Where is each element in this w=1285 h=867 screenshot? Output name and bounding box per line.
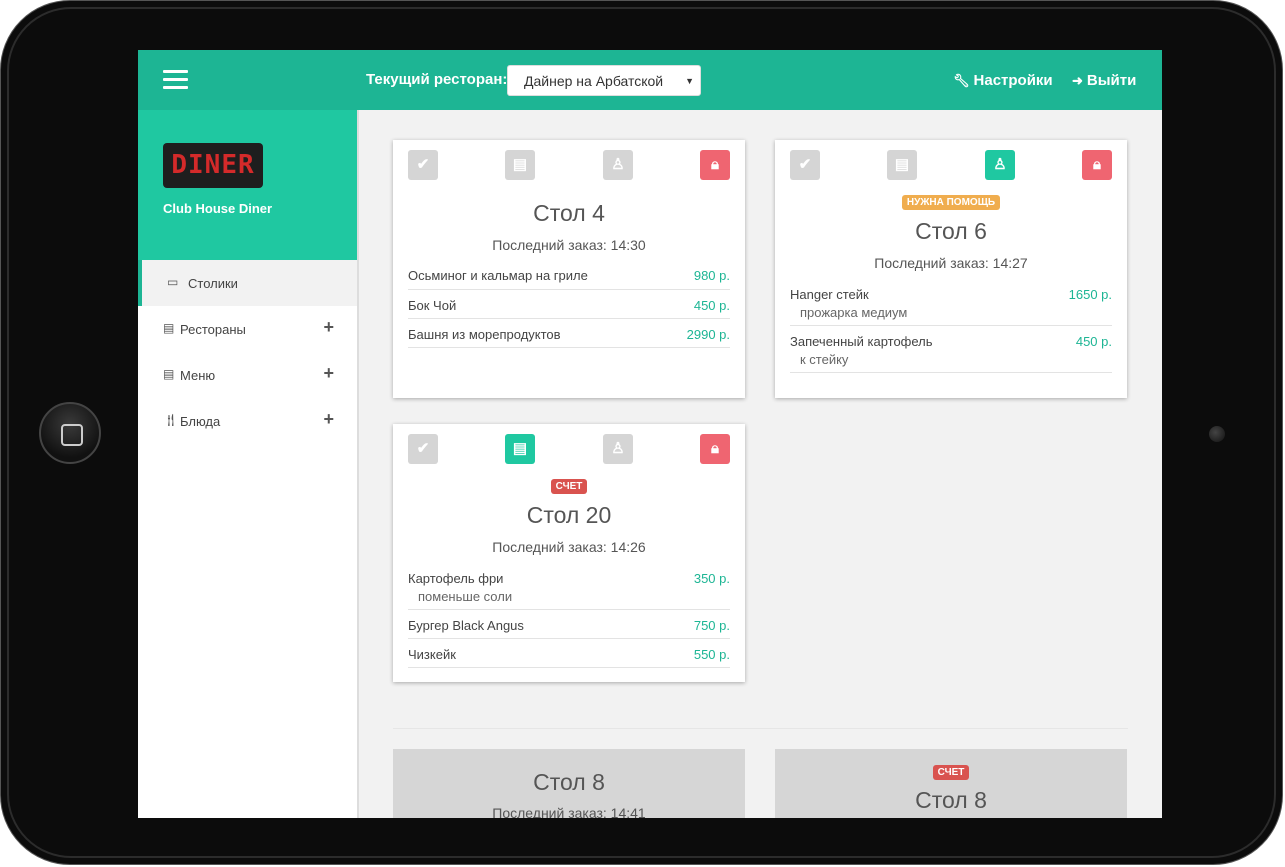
order-item-price: 750 р.: [693, 618, 730, 633]
card-title: Стол 4: [533, 200, 605, 226]
order-item: Запеченный картофель 450 р. к стейку: [790, 326, 1112, 373]
add-menu-icon[interactable]: +: [323, 363, 334, 384]
brand-name: Club House Diner: [163, 201, 273, 216]
hamburger-menu-icon[interactable]: [163, 70, 188, 90]
restaurant-select-value: Дайнер на Арбатской: [524, 73, 664, 89]
card-title: Стол 8: [533, 769, 605, 795]
sidebar-item-dishes[interactable]: 🍴︎ Блюда +: [138, 398, 358, 444]
order-item: Башня из морепродуктов 2990 р.: [408, 319, 730, 348]
restaurant-select[interactable]: Дайнер на Арбатской ▼: [507, 65, 701, 96]
order-item-name: Чизкейк: [408, 647, 456, 662]
camera-icon: [1209, 426, 1225, 442]
bill-badge: СЧЕТ: [775, 762, 1127, 780]
closed-table-card[interactable]: СЧЕТ Стол 8: [775, 749, 1127, 818]
order-item-name: Осьминог и кальмар на гриле: [408, 268, 588, 283]
card-last-order: Последний заказ: 14:30: [492, 237, 646, 253]
sidebar-item-menu[interactable]: ▤ Меню +: [138, 352, 358, 398]
order-item-note: к стейку: [800, 352, 849, 367]
add-dish-icon[interactable]: +: [323, 409, 334, 430]
lock-icon[interactable]: 🔒︎: [700, 434, 730, 464]
diner-logo: DINER: [163, 143, 263, 188]
card-actions: ✔ ▤ ♙ 🔒︎: [408, 150, 730, 180]
order-item: Картофель фри 350 р. поменьше соли: [408, 563, 730, 610]
table-card: ✔ ▤ ♙ 🔒︎ СЧЕТ Стол 20 Последний заказ: 1…: [393, 424, 745, 682]
logout-link[interactable]: ➜ Выйти: [1072, 72, 1136, 89]
check-icon[interactable]: ✔: [408, 150, 438, 180]
home-square-icon: [61, 424, 83, 446]
sidebar-item-label: Столики: [188, 276, 238, 291]
order-item-name: Hanger стейк: [790, 287, 869, 302]
add-restaurant-icon[interactable]: +: [323, 317, 334, 338]
order-item-price: 350 р.: [693, 571, 730, 586]
check-icon[interactable]: ✔: [790, 150, 820, 180]
help-badge: НУЖНА ПОМОЩЬ: [775, 192, 1127, 210]
document-icon: ▤: [163, 367, 175, 381]
order-item-price: 450 р.: [693, 298, 730, 313]
section-divider: [393, 728, 1128, 729]
order-item: Бок Чой 450 р.: [408, 290, 730, 319]
sidebar: DINER Club House Diner ▭ Столики ▤ Ресто…: [138, 110, 358, 818]
order-list: Осьминог и кальмар на гриле 980 р. Бок Ч…: [408, 260, 730, 348]
order-item-price: 1650 р.: [1068, 287, 1112, 302]
table-card: ✔ ▤ ♙ 🔒︎ Стол 4 Последний заказ: 14:30 О…: [393, 140, 745, 398]
bill-badge: СЧЕТ: [393, 476, 745, 494]
receipt-icon[interactable]: ▤: [887, 150, 917, 180]
order-item: Hanger стейк 1650 р. прожарка медиум: [790, 279, 1112, 326]
order-item-name: Башня из морепродуктов: [408, 327, 561, 342]
card-last-order: Последний заказ: 14:41: [492, 805, 646, 818]
order-list: Hanger стейк 1650 р. прожарка медиум Зап…: [790, 279, 1112, 373]
order-item-name: Картофель фри: [408, 571, 504, 586]
lock-icon[interactable]: 🔒︎: [700, 150, 730, 180]
card-last-order: Последний заказ: 14:27: [874, 255, 1028, 271]
receipt-icon[interactable]: ▤: [505, 434, 535, 464]
card-last-order: Последний заказ: 14:26: [492, 539, 646, 555]
receipt-icon[interactable]: ▤: [505, 150, 535, 180]
settings-link[interactable]: 🔧︎ Настройки: [953, 72, 1053, 89]
cutlery-icon: 🍴︎: [163, 413, 179, 427]
waiter-icon[interactable]: ♙: [603, 434, 633, 464]
order-item-price: 450 р.: [1075, 334, 1112, 349]
top-navbar: Текущий ресторан: Дайнер на Арбатской ▼ …: [138, 50, 1162, 110]
order-item-note: поменьше соли: [418, 589, 513, 604]
lock-icon[interactable]: 🔒︎: [1082, 150, 1112, 180]
closed-table-card[interactable]: Стол 8 Последний заказ: 14:41: [393, 749, 745, 818]
table-card: ✔ ▤ ♙ 🔒︎ НУЖНА ПОМОЩЬ Стол 6 Последний з…: [775, 140, 1127, 398]
id-card-icon: ▭: [167, 275, 179, 289]
order-item-price: 980 р.: [693, 268, 730, 283]
card-actions: ✔ ▤ ♙ 🔒︎: [408, 434, 730, 464]
sidebar-divider: [357, 110, 359, 818]
sidebar-item-label: Рестораны: [180, 322, 246, 337]
order-item-note: прожарка медиум: [800, 305, 908, 320]
sidebar-item-tables[interactable]: ▭ Столики: [138, 260, 358, 306]
order-item-name: Запеченный картофель: [790, 334, 933, 349]
card-title: Стол 20: [526, 502, 612, 528]
wrench-icon: 🔧︎: [953, 73, 970, 88]
order-item-name: Бургер Black Angus: [408, 618, 524, 633]
restaurant-label: Текущий ресторан:: [366, 71, 508, 88]
card-title: Стол 8: [915, 787, 987, 813]
order-item-price: 2990 р.: [686, 327, 730, 342]
card-actions: ✔ ▤ ♙ 🔒︎: [790, 150, 1112, 180]
document-icon: ▤: [163, 321, 175, 335]
order-item-price: 550 р.: [693, 647, 730, 662]
sidebar-item-restaurants[interactable]: ▤ Рестораны +: [138, 306, 358, 352]
order-list: Картофель фри 350 р. поменьше соли Бурге…: [408, 563, 730, 668]
sidebar-item-label: Меню: [180, 368, 216, 383]
waiter-icon[interactable]: ♙: [985, 150, 1015, 180]
caret-down-icon: ▼: [685, 76, 694, 86]
order-item-name: Бок Чой: [408, 298, 457, 313]
card-title: Стол 6: [915, 218, 987, 244]
logout-label: Выйти: [1086, 72, 1137, 89]
sign-out-icon: ➜: [1072, 73, 1083, 88]
order-item: Бургер Black Angus 750 р.: [408, 610, 730, 639]
brand-panel: DINER Club House Diner: [138, 110, 358, 260]
check-icon[interactable]: ✔: [408, 434, 438, 464]
order-item: Осьминог и кальмар на гриле 980 р.: [408, 260, 730, 290]
sidebar-item-label: Блюда: [180, 414, 221, 429]
waiter-icon[interactable]: ♙: [603, 150, 633, 180]
app-screen: Текущий ресторан: Дайнер на Арбатской ▼ …: [138, 50, 1162, 818]
settings-label: Настройки: [973, 72, 1053, 89]
home-button[interactable]: [39, 402, 101, 464]
order-item: Чизкейк 550 р.: [408, 639, 730, 668]
